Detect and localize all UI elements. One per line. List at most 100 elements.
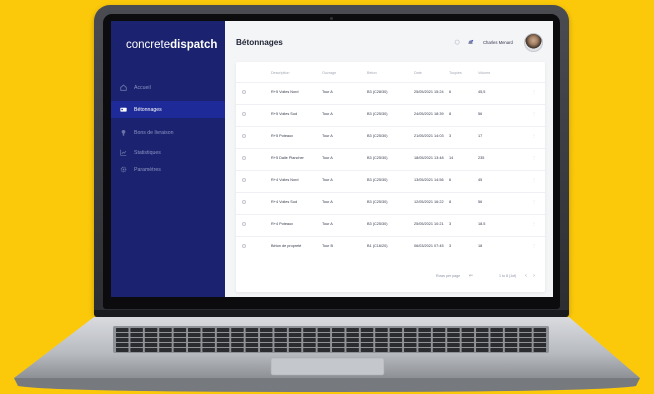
keyboard-key: [216, 328, 230, 332]
keyboard-key: [346, 348, 359, 352]
keyboard-key: [476, 328, 489, 332]
keyboard-key: [288, 343, 302, 347]
keyboard-key: [533, 328, 547, 332]
keyboard-key: [418, 348, 431, 352]
keyboard-key: [288, 333, 302, 337]
keyboard-key: [260, 328, 273, 332]
keyboard-key: [360, 348, 374, 352]
keyboard-key: [404, 343, 417, 347]
keyboard-key: [504, 343, 518, 347]
keyboard-key: [432, 333, 446, 337]
keyboard-key: [461, 333, 475, 337]
keyboard-key: [504, 333, 518, 337]
keyboard-key: [130, 328, 143, 332]
keyboard-key: [130, 338, 143, 342]
keyboard-key: [188, 343, 201, 347]
keyboard-key: [461, 328, 475, 332]
keyboard-key: [418, 338, 431, 342]
keyboard-key: [332, 328, 345, 332]
keyboard-key: [360, 328, 374, 332]
keyboard-key: [144, 328, 158, 332]
keyboard-key: [389, 338, 403, 342]
keyboard-key: [216, 348, 230, 352]
keyboard-key: [130, 333, 143, 337]
keyboard-key: [188, 328, 201, 332]
laptop-base: [14, 317, 640, 392]
keyboard-key: [116, 348, 129, 352]
keyboard-key: [404, 333, 417, 337]
keyboard-key: [346, 333, 359, 337]
keyboard-key: [447, 338, 460, 342]
keyboard-key: [404, 348, 417, 352]
keyboard-key: [173, 333, 187, 337]
keyboard-key: [245, 348, 259, 352]
keyboard-key: [432, 338, 446, 342]
keyboard-key: [490, 338, 503, 342]
keyboard-key: [159, 343, 172, 347]
keyboard-key: [504, 348, 518, 352]
keyboard-key: [360, 333, 374, 337]
keyboard-key: [274, 328, 287, 332]
keyboard-key: [533, 343, 547, 347]
keyboard-key: [519, 348, 532, 352]
keyboard-key: [288, 348, 302, 352]
keyboard-key: [490, 348, 503, 352]
keyboard-key: [202, 343, 215, 347]
keyboard-key: [188, 333, 201, 337]
keyboard-key: [202, 333, 215, 337]
keyboard-key: [231, 333, 244, 337]
keyboard-key: [144, 343, 158, 347]
keyboard-key: [274, 348, 287, 352]
keyboard-key: [332, 333, 345, 337]
keyboard-key: [461, 338, 475, 342]
keyboard-key: [231, 348, 244, 352]
keyboard-key: [202, 348, 215, 352]
keyboard-key: [173, 328, 187, 332]
keyboard-key: [519, 328, 532, 332]
keyboard-key: [245, 343, 259, 347]
keyboard-key: [418, 328, 431, 332]
keyboard-key: [144, 333, 158, 337]
keyboard-key: [389, 328, 403, 332]
keyboard-key: [173, 348, 187, 352]
keyboard-key: [418, 333, 431, 337]
keyboard-key: [116, 328, 129, 332]
keyboard-key: [533, 338, 547, 342]
keyboard-key: [375, 333, 388, 337]
keyboard-key: [317, 333, 331, 337]
keyboard-key: [159, 348, 172, 352]
keyboard-key: [245, 328, 259, 332]
keyboard-key: [404, 328, 417, 332]
keyboard-key: [432, 343, 446, 347]
keyboard-key: [332, 338, 345, 342]
keyboard-key: [447, 328, 460, 332]
keyboard-key: [274, 343, 287, 347]
keyboard-key: [202, 328, 215, 332]
keyboard-key: [260, 333, 273, 337]
keyboard-key: [173, 343, 187, 347]
keyboard-key: [346, 338, 359, 342]
keyboard-key: [274, 338, 287, 342]
keyboard-key: [116, 338, 129, 342]
keyboard-key: [216, 338, 230, 342]
keyboard-key: [490, 333, 503, 337]
keyboard-key: [519, 343, 532, 347]
keyboard-key: [404, 338, 417, 342]
keyboard-key: [231, 343, 244, 347]
keyboard-key: [245, 333, 259, 337]
keyboard-key: [447, 348, 460, 352]
keyboard-key: [332, 343, 345, 347]
keyboard-key: [260, 348, 273, 352]
keyboard-key: [432, 328, 446, 332]
keyboard-key: [216, 333, 230, 337]
keyboard-key: [432, 348, 446, 352]
keyboard-key: [216, 343, 230, 347]
keyboard-key: [533, 333, 547, 337]
keyboard-key: [375, 338, 388, 342]
keyboard-key: [159, 328, 172, 332]
keyboard-key: [303, 343, 316, 347]
keyboard-key: [202, 338, 215, 342]
keyboard-key: [360, 338, 374, 342]
keyboard-key: [461, 343, 475, 347]
keyboard-key: [173, 338, 187, 342]
